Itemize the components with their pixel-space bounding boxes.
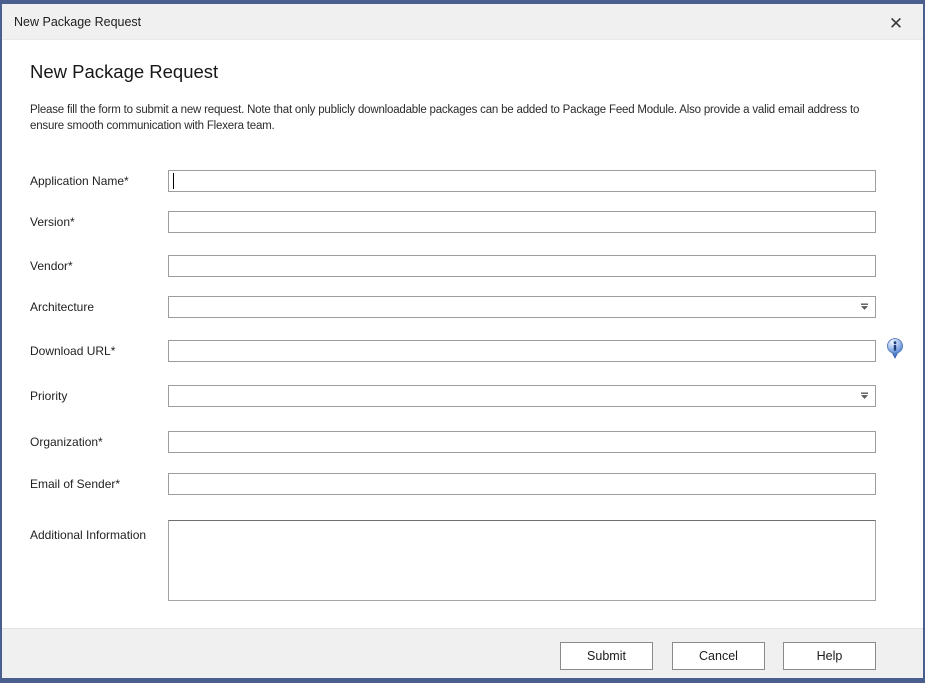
priority-dropdown-value[interactable] — [168, 385, 876, 407]
vendor-input[interactable] — [168, 255, 876, 277]
help-button[interactable]: Help — [783, 642, 876, 670]
titlebar: New Package Request ✕ — [2, 4, 923, 40]
version-input[interactable] — [168, 211, 876, 233]
close-icon[interactable]: ✕ — [885, 12, 907, 34]
organization-input[interactable] — [168, 431, 876, 453]
architecture-dropdown-value[interactable] — [168, 296, 876, 318]
page-description: Please fill the form to submit a new req… — [30, 102, 882, 134]
download-url-input[interactable] — [168, 340, 876, 362]
email-of-sender-label: Email of Sender* — [30, 473, 120, 495]
email-of-sender-input[interactable] — [168, 473, 876, 495]
new-package-request-dialog: New Package Request ✕ New Package Reques… — [0, 0, 925, 683]
application-name-label: Application Name* — [30, 170, 129, 192]
architecture-label: Architecture — [30, 296, 94, 318]
version-label: Version* — [30, 211, 75, 233]
vendor-label: Vendor* — [30, 255, 73, 277]
download-url-label: Download URL* — [30, 340, 115, 362]
priority-dropdown[interactable] — [168, 385, 876, 407]
page-title: New Package Request — [30, 61, 218, 83]
footer-bar: Submit Cancel Help — [2, 628, 923, 678]
submit-button[interactable]: Submit — [560, 642, 653, 670]
info-balloon-icon[interactable] — [886, 338, 904, 360]
organization-label: Organization* — [30, 431, 103, 453]
additional-information-label: Additional Information — [30, 524, 146, 546]
cancel-button[interactable]: Cancel — [672, 642, 765, 670]
additional-information-textarea[interactable] — [168, 520, 876, 601]
priority-label: Priority — [30, 385, 67, 407]
window-title: New Package Request — [14, 4, 141, 40]
architecture-dropdown[interactable] — [168, 296, 876, 318]
application-name-input[interactable] — [168, 170, 876, 192]
